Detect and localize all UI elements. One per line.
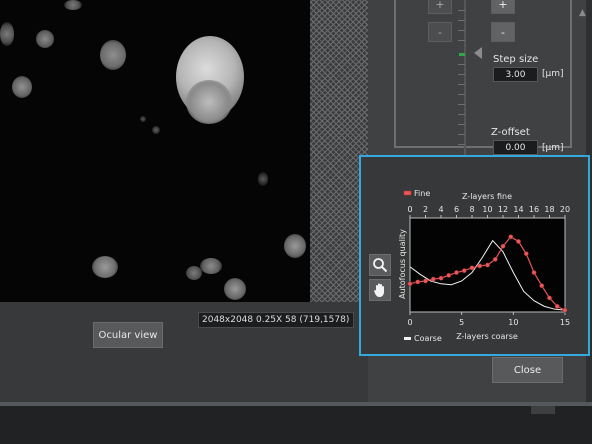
bottom-axis-label: Z-layers coarse	[456, 332, 518, 341]
top-axis-label: Z-layers fine	[462, 192, 512, 201]
z-down-right-button[interactable]: -	[491, 22, 515, 42]
bottom-tick-label: 15	[560, 318, 570, 327]
top-tick-label: 14	[513, 205, 523, 214]
z-down-left-button[interactable]: -	[428, 22, 452, 42]
fine-data-point	[430, 276, 436, 282]
z-tick	[458, 74, 465, 75]
cell	[100, 40, 126, 70]
fine-data-point	[523, 251, 529, 257]
z-tick	[458, 94, 465, 95]
legend-coarse-swatch	[404, 337, 411, 340]
step-size-input[interactable]: 3.00	[493, 67, 538, 82]
step-size-label: Step size	[493, 54, 539, 65]
z-position-track[interactable]	[464, 0, 466, 155]
fine-data-point	[492, 256, 498, 262]
top-tick-label: 4	[438, 205, 443, 214]
z-tick	[458, 134, 465, 135]
top-tick-label: 20	[560, 205, 570, 214]
cell	[224, 278, 246, 300]
fine-data-point	[539, 283, 545, 289]
cell-cluster	[186, 80, 232, 124]
scroll-up-arrow-icon[interactable]: ▲	[579, 8, 587, 22]
cell	[92, 256, 118, 278]
close-button[interactable]: Close	[492, 357, 563, 383]
top-tick-label: 12	[498, 205, 508, 214]
z-tick	[458, 40, 465, 41]
step-size-unit: [µm]	[542, 69, 564, 79]
cell	[186, 266, 202, 280]
fine-data-point	[531, 270, 537, 275]
cell	[0, 22, 14, 46]
fine-data-point	[500, 243, 506, 249]
ocular-view-button[interactable]: Ocular view	[93, 322, 163, 348]
z-tick	[458, 104, 465, 105]
z-current-marker	[459, 53, 465, 56]
top-tick-label: 6	[454, 205, 459, 214]
z-tick	[458, 20, 465, 21]
fine-data-point	[554, 303, 560, 309]
bottom-tick-label: 10	[508, 318, 518, 327]
top-tick-label: 18	[544, 205, 554, 214]
cell	[284, 234, 306, 258]
top-tick-label: 16	[529, 205, 539, 214]
legend-coarse-label: Coarse	[414, 334, 442, 343]
resize-handle[interactable]	[531, 406, 555, 414]
legend-fine-swatch	[403, 190, 412, 196]
z-slider-handle-icon[interactable]	[474, 47, 482, 59]
z-up-left-button[interactable]: +	[428, 0, 452, 14]
cell	[12, 76, 32, 98]
cell	[200, 258, 222, 274]
desktop-background	[0, 406, 592, 444]
top-tick-label: 0	[407, 205, 412, 214]
fine-data-point	[508, 234, 514, 240]
fine-data-point	[454, 270, 459, 275]
fine-data-point	[469, 265, 475, 271]
fine-data-point	[516, 239, 521, 244]
cell	[36, 30, 54, 48]
fine-data-point	[562, 307, 568, 313]
fine-data-point	[547, 295, 552, 301]
bottom-tick-label: 0	[407, 318, 412, 327]
z-tick	[458, 84, 465, 85]
top-tick-label: 8	[469, 205, 474, 214]
fine-data-point	[477, 263, 483, 269]
cell	[140, 116, 146, 122]
legend-fine-label: Fine	[414, 189, 430, 198]
fine-data-point	[407, 281, 413, 287]
top-tick-label: 2	[423, 205, 428, 214]
top-tick-label: 10	[482, 205, 492, 214]
fine-data-point	[485, 262, 490, 268]
bottom-tick-label: 5	[459, 318, 464, 327]
z-offset-input[interactable]: 0.00	[493, 140, 538, 155]
z-tick	[458, 114, 465, 115]
fine-data-point	[438, 275, 444, 281]
fine-data-point	[423, 278, 428, 284]
fine-data-point	[446, 272, 452, 278]
z-tick	[458, 144, 465, 145]
microscope-image-view[interactable]	[0, 0, 310, 302]
z-tick	[458, 30, 465, 31]
z-offset-label: Z-offset	[491, 127, 530, 138]
z-tick	[458, 124, 465, 125]
cell	[258, 172, 268, 186]
z-offset-unit: [µm]	[542, 143, 564, 153]
y-axis-label: Autofocus quality	[398, 229, 407, 299]
fine-data-point	[415, 279, 421, 285]
autofocus-quality-chart: Autofocus quality Z-layers fine Z-layers…	[398, 189, 570, 343]
z-tick	[458, 10, 465, 11]
fine-data-point	[461, 268, 467, 274]
z-up-right-button[interactable]: +	[491, 0, 515, 14]
cell	[64, 0, 82, 10]
cell	[152, 126, 160, 134]
z-tick	[458, 64, 465, 65]
image-info-readout: 2048x2048 0.25X 58 (719,1578)	[198, 312, 354, 328]
